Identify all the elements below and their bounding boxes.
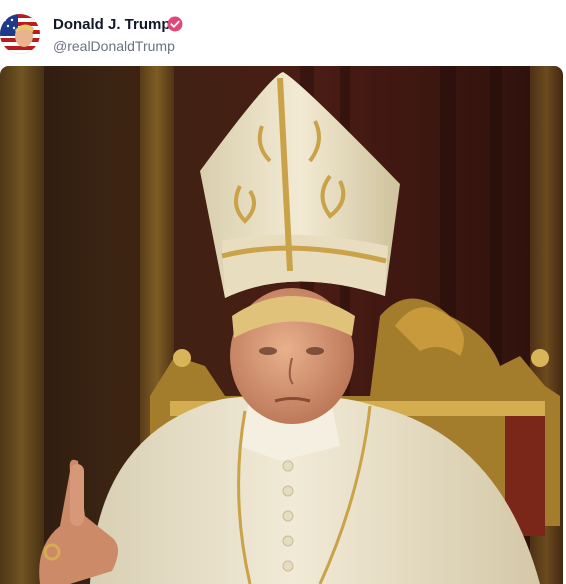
- username-handle[interactable]: @realDonaldTrump: [53, 38, 175, 54]
- avatar-icon: [0, 14, 40, 54]
- avatar[interactable]: [0, 14, 40, 54]
- verified-badge-icon: [167, 16, 183, 32]
- post-image[interactable]: [0, 66, 563, 584]
- display-name[interactable]: Donald J. Trump: [53, 16, 171, 33]
- portrait-image: [0, 66, 563, 584]
- post-header: Donald J. Trump @realDonaldTrump: [0, 0, 566, 66]
